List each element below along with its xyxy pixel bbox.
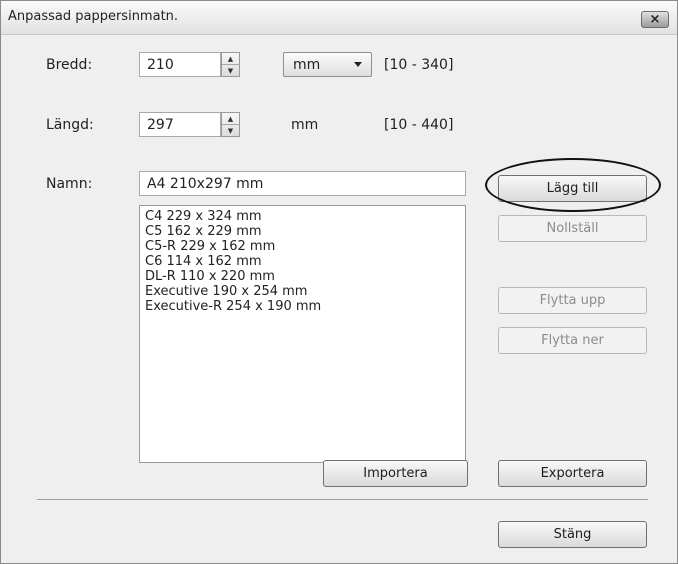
name-input[interactable]: A4 210x297 mm (139, 171, 466, 196)
length-label: Längd: (46, 117, 94, 133)
close-icon: × (649, 12, 661, 27)
length-unit: mm (291, 117, 319, 133)
list-item[interactable]: C5-R 229 x 162 mm (145, 239, 460, 254)
close-button[interactable]: × (641, 11, 669, 28)
width-label: Bredd: (46, 57, 93, 73)
list-item[interactable]: C6 114 x 162 mm (145, 254, 460, 269)
custom-paper-dialog: Anpassad pappersinmatn. × Bredd: 210 ▲ ▼… (0, 0, 678, 564)
width-stepper[interactable]: ▲ ▼ (221, 52, 240, 77)
width-range: [10 - 340] (384, 57, 454, 73)
unit-select-value: mm (293, 56, 321, 73)
list-item[interactable]: C4 229 x 324 mm (145, 209, 460, 224)
move-up-button[interactable]: Flytta upp (498, 287, 647, 314)
length-stepper[interactable]: ▲ ▼ (221, 112, 240, 137)
unit-select[interactable]: mm (283, 52, 372, 77)
name-label: Namn: (46, 176, 93, 192)
title-bar: Anpassad pappersinmatn. × (1, 1, 677, 35)
list-item[interactable]: DL-R 110 x 220 mm (145, 269, 460, 284)
chevron-down-icon (354, 62, 362, 67)
import-button[interactable]: Importera (323, 460, 468, 487)
stepper-up-icon[interactable]: ▲ (222, 113, 239, 125)
list-item[interactable]: Executive-R 254 x 190 mm (145, 299, 460, 314)
reset-button[interactable]: Nollställ (498, 215, 647, 242)
move-down-button[interactable]: Flytta ner (498, 327, 647, 354)
length-range: [10 - 440] (384, 117, 454, 133)
dialog-title: Anpassad pappersinmatn. (8, 9, 179, 24)
stepper-down-icon[interactable]: ▼ (222, 125, 239, 136)
divider (37, 499, 648, 500)
highlight-oval (485, 158, 661, 212)
dialog-body: Bredd: 210 ▲ ▼ mm [10 - 340] Längd: 297 … (1, 35, 677, 563)
close-dialog-button[interactable]: Stäng (498, 521, 647, 548)
stepper-up-icon[interactable]: ▲ (222, 53, 239, 65)
width-input[interactable]: 210 (139, 52, 221, 77)
list-item[interactable]: C5 162 x 229 mm (145, 224, 460, 239)
list-item[interactable]: Executive 190 x 254 mm (145, 284, 460, 299)
stepper-down-icon[interactable]: ▼ (222, 65, 239, 76)
export-button[interactable]: Exportera (498, 460, 647, 487)
paper-size-list[interactable]: C4 229 x 324 mm C5 162 x 229 mm C5-R 229… (139, 205, 466, 463)
length-input[interactable]: 297 (139, 112, 221, 137)
